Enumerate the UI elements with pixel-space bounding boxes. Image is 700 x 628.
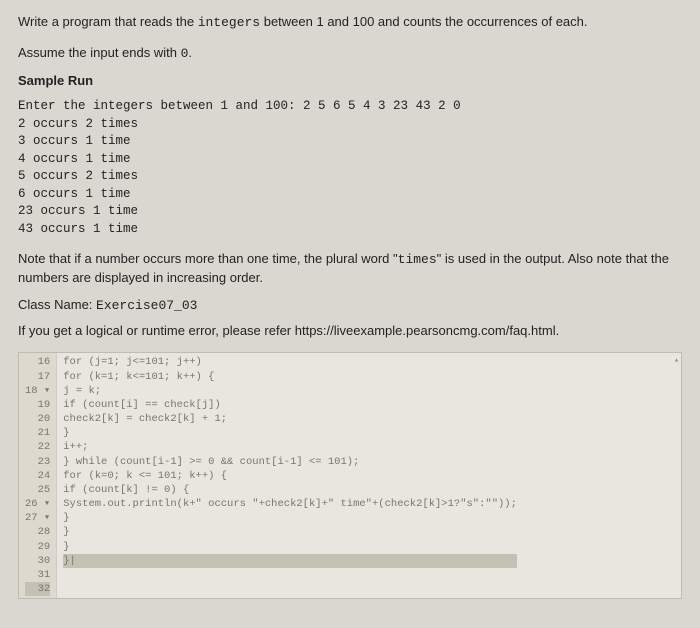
sample-line: 23 occurs 1 time (18, 203, 682, 221)
question-line-1: Write a program that reads the integers … (18, 12, 682, 33)
sample-line: 4 occurs 1 time (18, 151, 682, 169)
q2-post: . (188, 45, 192, 60)
sample-line: 43 occurs 1 time (18, 221, 682, 239)
q1-post: between 1 and 100 and counts the occurre… (260, 14, 587, 29)
q1-pre: Write a program that reads the (18, 14, 198, 29)
line-number-gutter: 16 17 18 ▾19 20 21 22 23 24 25 26 ▾27 ▾2… (19, 353, 57, 598)
faq-line: If you get a logical or runtime error, p… (18, 323, 682, 338)
code-editor[interactable]: 16 17 18 ▾19 20 21 22 23 24 25 26 ▾27 ▾2… (18, 352, 682, 599)
class-name-value: Exercise07_03 (96, 298, 197, 313)
sample-line: 3 occurs 1 time (18, 133, 682, 151)
note-mono: times (398, 252, 437, 267)
question-line-2: Assume the input ends with 0. (18, 43, 682, 64)
sample-line: 6 occurs 1 time (18, 186, 682, 204)
note-paragraph: Note that if a number occurs more than o… (18, 250, 682, 287)
class-name-line: Class Name: Exercise07_03 (18, 297, 682, 313)
sample-line: 5 occurs 2 times (18, 168, 682, 186)
class-label: Class Name: (18, 297, 96, 312)
q2-pre: Assume the input ends with (18, 45, 181, 60)
sample-run-block: Enter the integers between 1 and 100: 2 … (18, 98, 682, 238)
scroll-up-icon[interactable]: ▴ (674, 355, 679, 365)
sample-run-heading: Sample Run (18, 73, 682, 88)
sample-line: 2 occurs 2 times (18, 116, 682, 134)
note-pre: Note that if a number occurs more than o… (18, 251, 398, 266)
code-content[interactable]: for (j=1; j<=101; j++)for (k=1; k<=101; … (57, 353, 523, 598)
sample-line: Enter the integers between 1 and 100: 2 … (18, 98, 682, 116)
q1-mono: integers (198, 15, 260, 30)
